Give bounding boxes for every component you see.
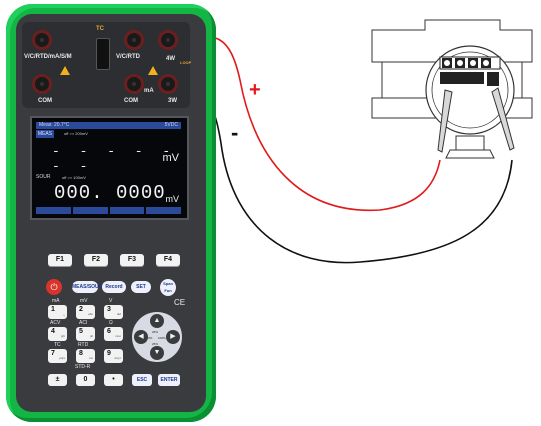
key-6[interactable]: 6 mno [104, 327, 123, 341]
key-2-sub: abc [88, 312, 93, 316]
label-3w: 3W [168, 98, 177, 104]
key-5-digit: 5 [79, 328, 83, 335]
key-5-sub: jkl [90, 334, 93, 338]
label-vcrtd: V/C/RTD/mA/S/M [24, 54, 72, 60]
warning-icon [60, 66, 70, 75]
meas-unit: mV [162, 152, 180, 164]
key-8-sub: tuv [88, 356, 93, 360]
meas-sour-button[interactable]: MEAS/SOUR [72, 281, 102, 293]
label-loop: LOOP [180, 60, 192, 65]
label-com: COM [38, 98, 52, 104]
key-3-sub: def [116, 312, 121, 316]
meas-range: off >> 200mV [64, 131, 88, 136]
label-vcrtd-2: V/C/RTD [116, 54, 140, 60]
label-4w: 4W [166, 56, 175, 62]
negative-sign: - [231, 120, 239, 145]
key-4[interactable]: 4 ghi [48, 327, 67, 341]
key-3-digit: 3 [107, 306, 111, 313]
sour-tag: SOUR [36, 174, 51, 180]
key-2-digit: 2 [79, 306, 83, 313]
tc-slot[interactable] [96, 38, 110, 70]
positive-sign: + [249, 79, 261, 101]
power-button[interactable]: ⏻ [46, 279, 62, 295]
status-text: Meas: 20.7°C [39, 122, 70, 128]
ce-mark: CE [174, 298, 186, 307]
esc-button[interactable]: ESC [132, 374, 152, 386]
jack-panel: V/C/RTD/mA/S/M TC V/C/RTD 4W LOOP COM CO… [22, 22, 192, 108]
enter-button[interactable]: ENTER [158, 374, 180, 386]
jack-vcrtd-2[interactable] [124, 30, 144, 50]
pct-25-low: 25% [152, 342, 159, 346]
softkey-bar [36, 207, 181, 214]
key-9-sub: wxyz [114, 356, 121, 360]
key-3[interactable]: 3 def [104, 305, 123, 319]
key-8[interactable]: 8 tuv [76, 349, 95, 363]
label-ohm: Ω [109, 320, 113, 326]
label-mv-key: mV [80, 298, 88, 304]
down-arrow-button[interactable]: ▼ [150, 346, 164, 360]
label-std-r: STD-R [75, 364, 91, 370]
label-ma-key: mA [52, 298, 60, 304]
jack-com-2[interactable] [124, 74, 144, 94]
up-arrow-button[interactable]: ▲ [150, 314, 164, 328]
label-tc: TC [96, 26, 104, 32]
f1-button[interactable]: F1 [48, 254, 72, 266]
key-1[interactable]: 1 ␣ [48, 305, 67, 319]
right-arrow-button[interactable]: ▶ [166, 330, 180, 344]
plus-minus-button[interactable]: ± [48, 374, 67, 386]
jack-4w[interactable] [158, 30, 178, 50]
key-4-digit: 4 [51, 328, 55, 335]
pct-100: 100% [158, 336, 166, 340]
left-arrow-button[interactable]: ◀ [134, 330, 148, 344]
key-7[interactable]: 7 pqrs [48, 349, 67, 363]
key-9-digit: 9 [107, 350, 111, 357]
decimal-button[interactable]: • [104, 374, 123, 386]
key-0[interactable]: 0 [76, 374, 95, 386]
pct-0: 0% [148, 336, 153, 340]
key-6-digit: 6 [107, 328, 111, 335]
lcd-screen: Meas: 20.7°C 5VDC MEAS off >> 200mV - - … [30, 116, 189, 220]
key-1-sub: ␣ [63, 312, 65, 316]
key-6-sub: mno [115, 334, 121, 338]
f3-button[interactable]: F3 [120, 254, 144, 266]
softkey-tab [36, 207, 71, 214]
key-5[interactable]: 5 jkl [76, 327, 95, 341]
navigation-pad: ▲ ▼ ◀ ▶ 25% 0% 100% 25% [132, 312, 182, 362]
softkey-tab [109, 207, 145, 214]
key-2[interactable]: 2 abc [76, 305, 95, 319]
record-button[interactable]: Record [102, 281, 126, 293]
softkey-tab [146, 207, 181, 214]
source-value: 000. 0000 [54, 182, 166, 204]
screen-status-bar: Meas: 20.7°C 5VDC [36, 122, 181, 129]
label-tc-key: TC [54, 342, 61, 348]
status-right: 5VDC [164, 122, 178, 128]
f2-button[interactable]: F2 [84, 254, 108, 266]
set-button[interactable]: SET [131, 281, 151, 293]
label-rtd: RTD [78, 342, 89, 348]
label-v-key: V [109, 298, 113, 304]
label-ma: mA [144, 88, 154, 94]
jack-3w[interactable] [158, 74, 178, 94]
warning-icon-2 [148, 66, 158, 75]
meas-tag: MEAS [36, 130, 54, 138]
key-1-digit: 1 [51, 306, 55, 313]
sour-range: off >> 100mV [62, 175, 86, 180]
label-acl: ACl [79, 320, 88, 326]
jack-vcrtd[interactable] [32, 30, 52, 50]
key-7-digit: 7 [51, 350, 55, 357]
transmitter [371, 19, 533, 159]
jack-com[interactable] [32, 74, 52, 94]
f4-button[interactable]: F4 [156, 254, 180, 266]
pct-25: 25% [152, 330, 159, 334]
span-fun-button[interactable]: Span Fun [160, 279, 176, 296]
key-9[interactable]: 9 wxyz [104, 349, 123, 363]
key-7-sub: pqrs [59, 356, 65, 360]
key-4-sub: ghi [60, 334, 65, 338]
softkey-tab [72, 207, 108, 214]
key-8-digit: 8 [79, 350, 83, 357]
label-com-2: COM [124, 98, 138, 104]
label-acv: ACV [50, 320, 61, 326]
source-unit: mV [165, 194, 180, 204]
